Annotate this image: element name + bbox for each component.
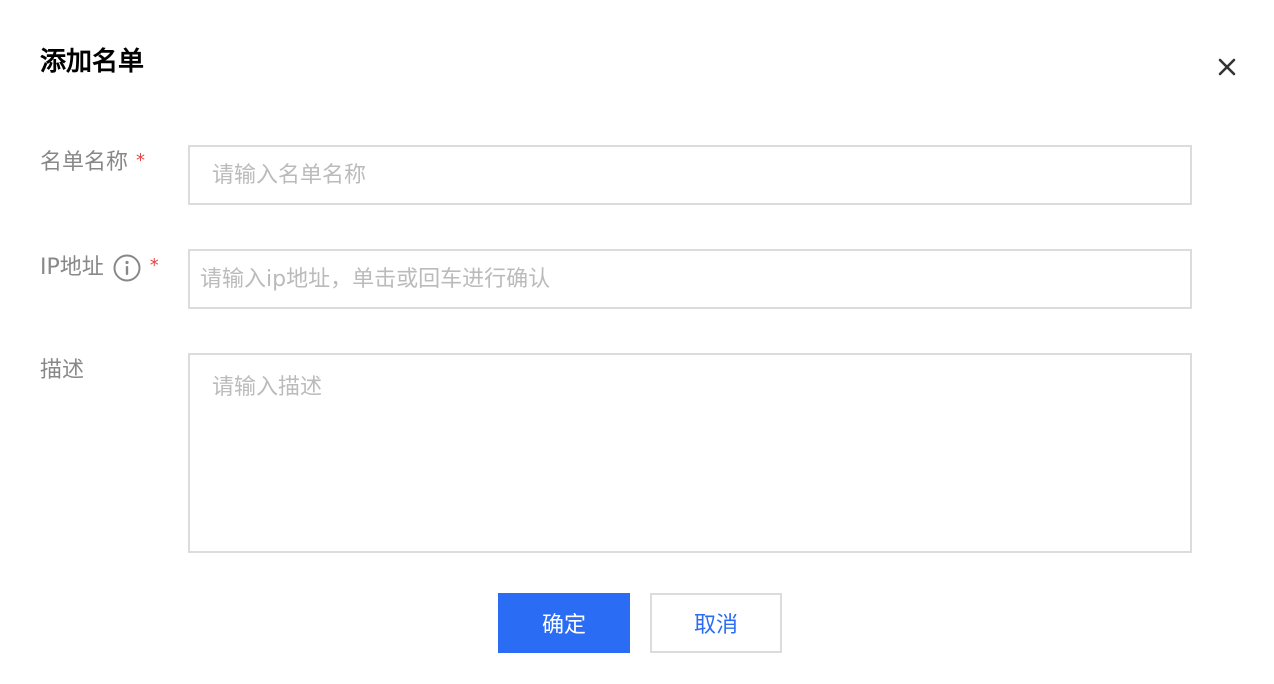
list-name-input[interactable]: [188, 145, 1192, 205]
close-button[interactable]: [1212, 52, 1242, 82]
description-label-group: 描述: [40, 356, 84, 386]
add-list-dialog: 添加名单 名单名称 * IP地址 * 描述 确定 取消: [0, 0, 1274, 684]
close-icon: [1212, 52, 1242, 82]
list-name-label-group: 名单名称 *: [40, 148, 145, 178]
required-mark: *: [149, 255, 159, 276]
ip-address-input[interactable]: [188, 249, 1192, 309]
cancel-button[interactable]: 取消: [650, 593, 782, 653]
required-mark: *: [136, 150, 146, 171]
dialog-title: 添加名单: [40, 47, 145, 77]
ip-address-label-group: IP地址 *: [40, 253, 159, 283]
description-label: 描述: [40, 358, 85, 383]
description-textarea[interactable]: [188, 353, 1192, 553]
info-icon[interactable]: [112, 253, 142, 283]
ip-address-label: IP地址: [40, 255, 104, 280]
list-name-label: 名单名称: [40, 150, 129, 175]
confirm-button[interactable]: 确定: [498, 593, 630, 653]
